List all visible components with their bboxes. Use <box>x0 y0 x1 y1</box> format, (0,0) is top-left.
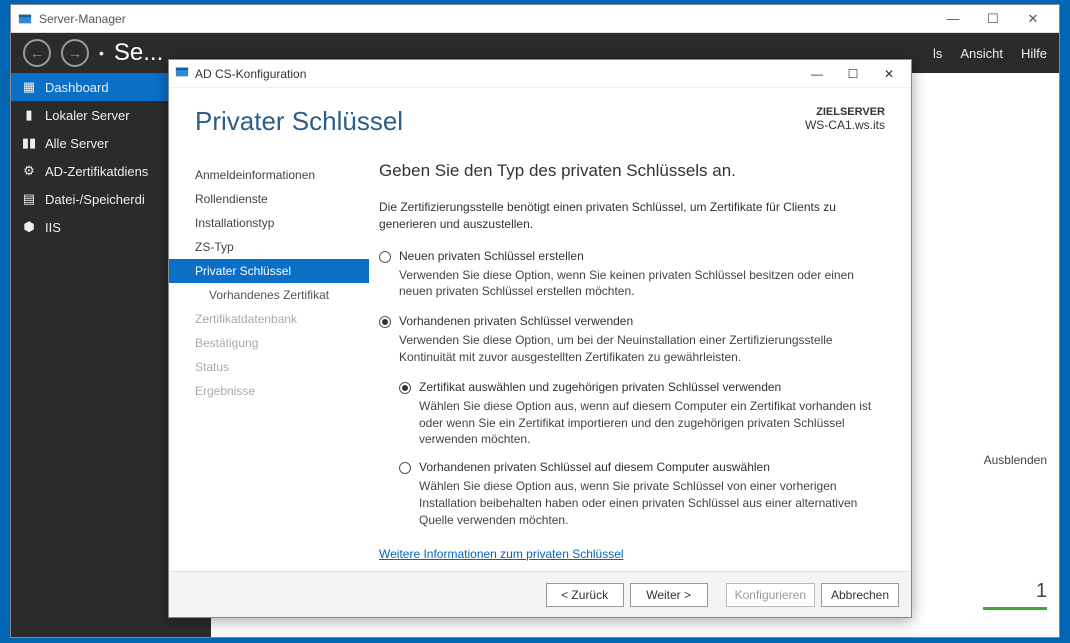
dialog-minimize-button[interactable]: — <box>799 61 835 87</box>
step-status: Status <box>169 355 369 379</box>
iis-icon: ⬢ <box>21 219 37 235</box>
form-title: Geben Sie den Typ des privaten Schlüssel… <box>379 161 883 181</box>
radio-label: Neuen privaten Schlüssel erstellen <box>399 249 584 263</box>
sidebar-item-label: IIS <box>45 220 61 235</box>
page-title: Privater Schlüssel <box>195 106 403 137</box>
app-icon <box>17 12 33 26</box>
radio-new-key[interactable]: Neuen privaten Schlüssel erstellen <box>379 249 883 263</box>
sidebar-item-label: Datei-/Speicherdi <box>45 192 145 207</box>
menu-ansicht[interactable]: Ansicht <box>960 46 1003 61</box>
servers-icon: ▮▮ <box>21 135 37 151</box>
step-ca-type[interactable]: ZS-Typ <box>169 235 369 259</box>
nav-sep-icon: • <box>99 45 104 61</box>
target-server-label: ZIELSERVER <box>805 106 885 118</box>
adcs-config-dialog: AD CS-Konfiguration — ☐ ✕ Privater Schlü… <box>168 59 912 618</box>
ausblenden-link[interactable]: Ausblenden <box>967 453 1047 473</box>
radio-select-cert[interactable]: Zertifikat auswählen und zugehörigen pri… <box>399 380 883 394</box>
dialog-maximize-button[interactable]: ☐ <box>835 61 871 87</box>
radio-label: Vorhandenen privaten Schlüssel auf diese… <box>419 460 770 474</box>
wizard-footer: < Zurück Weiter > Konfigurieren Abbreche… <box>169 571 911 617</box>
form-intro: Die Zertifizierungsstelle benötigt einen… <box>379 199 883 233</box>
step-private-key[interactable]: Privater Schlüssel <box>169 259 369 283</box>
step-install-type[interactable]: Installationstyp <box>169 211 369 235</box>
nav-forward-icon[interactable]: → <box>61 39 89 67</box>
menu-item-truncated[interactable]: ls <box>933 46 942 61</box>
wizard-step-list: Anmeldeinformationen Rollendienste Insta… <box>169 147 369 571</box>
radio-existing-key[interactable]: Vorhandenen privaten Schlüssel verwenden <box>379 314 883 328</box>
more-info-link[interactable]: Weitere Informationen zum privaten Schlü… <box>379 547 624 561</box>
radio-icon <box>399 462 411 474</box>
sidebar-item-label: Lokaler Server <box>45 108 130 123</box>
step-existing-cert[interactable]: Vorhandenes Zertifikat <box>169 283 369 307</box>
storage-icon: ▤ <box>21 191 37 207</box>
configure-button: Konfigurieren <box>726 583 815 607</box>
radio-icon <box>399 382 411 394</box>
dialog-titlebar: AD CS-Konfiguration — ☐ ✕ <box>169 60 911 88</box>
step-credentials[interactable]: Anmeldeinformationen <box>169 163 369 187</box>
radio-icon <box>379 251 391 263</box>
server-icon: ▮ <box>21 107 37 123</box>
menu-hilfe[interactable]: Hilfe <box>1021 46 1047 61</box>
cert-icon: ⚙ <box>21 163 37 179</box>
sidebar-item-label: AD-Zertifikatdiens <box>45 164 148 179</box>
server-manager-titlebar: Server-Manager — ☐ ✕ <box>11 5 1059 33</box>
dialog-close-button[interactable]: ✕ <box>871 61 907 87</box>
radio-select-cert-desc: Wählen Sie diese Option aus, wenn auf di… <box>419 398 883 448</box>
nav-back-icon[interactable]: ← <box>23 39 51 67</box>
step-confirm: Bestätigung <box>169 331 369 355</box>
radio-select-existing-key-desc: Wählen Sie diese Option aus, wenn Sie pr… <box>419 478 883 528</box>
radio-new-key-desc: Verwenden Sie diese Option, wenn Sie kei… <box>399 267 883 301</box>
tile-count: 1 <box>983 580 1047 610</box>
sidebar-item-label: Alle Server <box>45 136 109 151</box>
window-title: Server-Manager <box>39 12 126 26</box>
target-server-name: WS-CA1.ws.its <box>805 118 885 132</box>
next-button[interactable]: Weiter > <box>630 583 708 607</box>
close-button[interactable]: ✕ <box>1013 5 1053 33</box>
step-results: Ergebnisse <box>169 379 369 403</box>
wizard-form: Geben Sie den Typ des privaten Schlüssel… <box>369 147 911 571</box>
app-icon <box>175 65 189 82</box>
sidebar-item-label: Dashboard <box>45 80 109 95</box>
target-server-box: ZIELSERVER WS-CA1.ws.its <box>805 106 885 137</box>
maximize-button[interactable]: ☐ <box>973 5 1013 33</box>
radio-select-existing-key[interactable]: Vorhandenen privaten Schlüssel auf diese… <box>399 460 883 474</box>
radio-label: Vorhandenen privaten Schlüssel verwenden <box>399 314 633 328</box>
radio-label: Zertifikat auswählen und zugehörigen pri… <box>419 380 781 394</box>
step-cert-db: Zertifikatdatenbank <box>169 307 369 331</box>
radio-existing-key-desc: Verwenden Sie diese Option, um bei der N… <box>399 332 883 366</box>
cancel-button[interactable]: Abbrechen <box>821 583 899 607</box>
dashboard-icon: ▦ <box>21 79 37 95</box>
step-role-services[interactable]: Rollendienste <box>169 187 369 211</box>
radio-icon <box>379 316 391 328</box>
dialog-title: AD CS-Konfiguration <box>195 67 306 81</box>
minimize-button[interactable]: — <box>933 5 973 33</box>
breadcrumb: Se... <box>114 39 163 67</box>
back-button[interactable]: < Zurück <box>546 583 624 607</box>
